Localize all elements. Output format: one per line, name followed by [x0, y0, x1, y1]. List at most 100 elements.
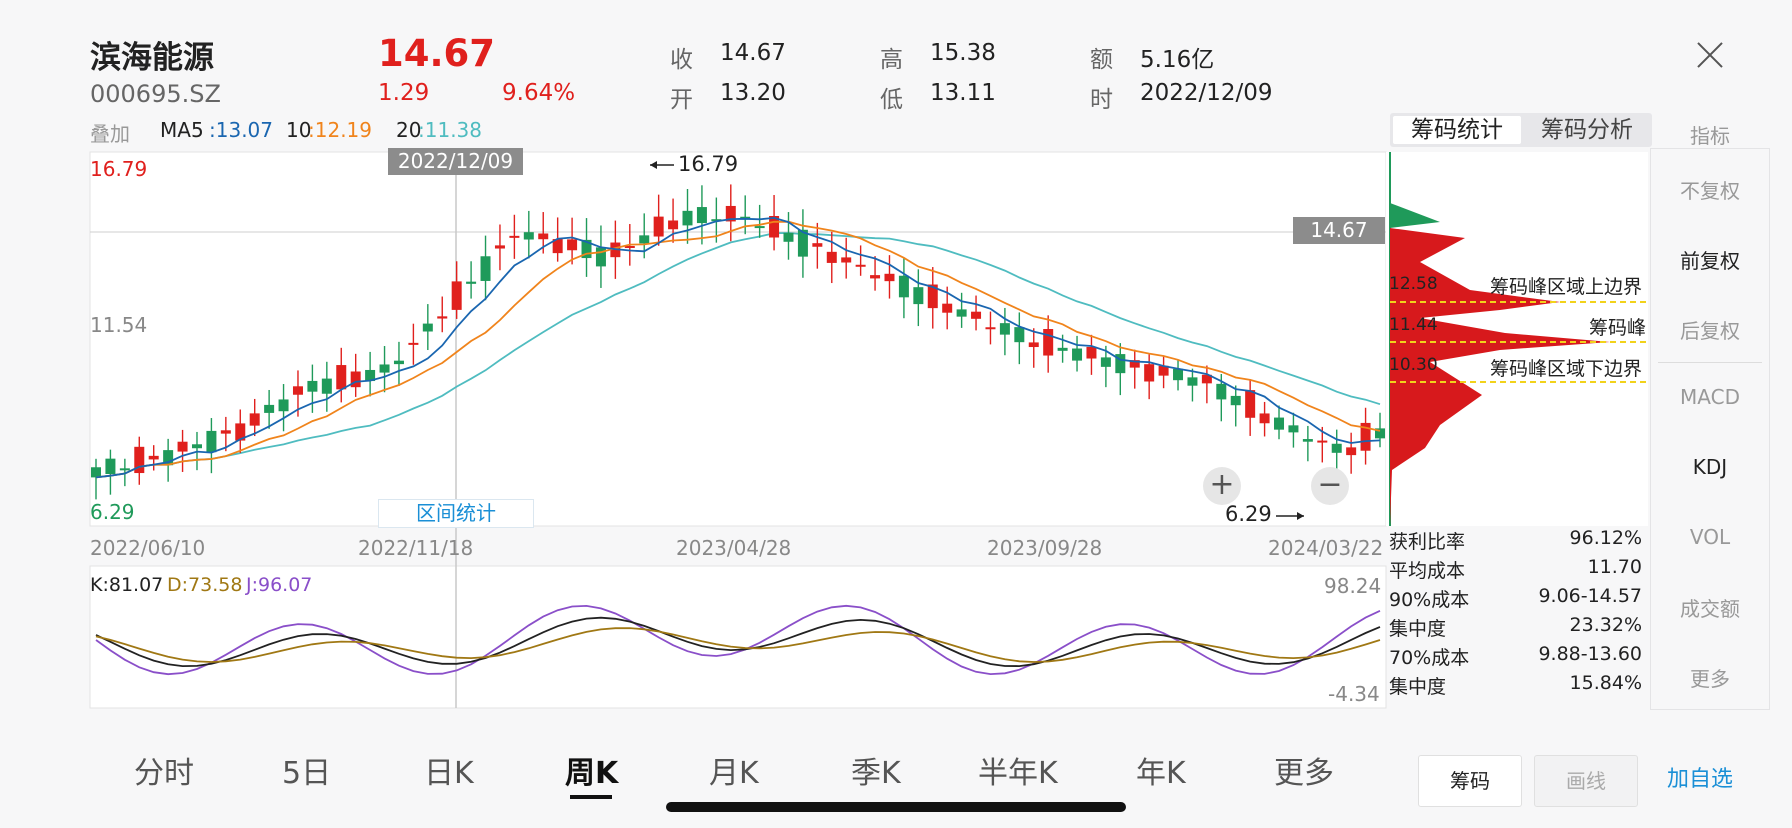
candle-body — [249, 413, 260, 426]
candle-body — [639, 235, 650, 244]
tab-weekly[interactable]: 周K — [565, 748, 618, 792]
tab-yearly[interactable]: 年K — [1136, 748, 1186, 792]
kdj-max: 98.24 — [1324, 574, 1382, 598]
candle-body — [105, 458, 116, 474]
candle-body — [422, 323, 433, 332]
candle-body — [653, 216, 664, 237]
active-tab-underline — [570, 795, 612, 799]
candle-body — [336, 365, 347, 390]
candle-body — [206, 430, 217, 453]
kline-chart[interactable] — [0, 0, 1792, 828]
x-tick-2: 2022/11/18 — [358, 536, 474, 560]
y-axis-mid: 11.54 — [90, 313, 148, 337]
stat-value: 15.84% — [1569, 672, 1642, 694]
low-price-annotation: 6.29 — [1225, 502, 1272, 526]
candle-body — [379, 364, 390, 373]
chip-upper-text: 筹码峰区域上边界 — [1490, 276, 1643, 298]
candle-body — [437, 316, 448, 319]
candle-body — [841, 257, 852, 263]
stat-label: 获利比率 — [1389, 531, 1466, 553]
kdj-j-value: J:96.07 — [246, 574, 313, 596]
candle-body — [1331, 443, 1342, 453]
candle-body — [1100, 357, 1111, 367]
candle-body — [1317, 440, 1328, 443]
crosshair-date-label: 2022/12/09 — [388, 148, 523, 175]
candle-body — [1173, 368, 1184, 381]
chip-peak-value: 11.44 — [1389, 315, 1438, 335]
kdj-k-value: K:81.07 — [90, 574, 164, 596]
tab-daily[interactable]: 日K — [424, 748, 474, 792]
candle-body — [1288, 425, 1299, 433]
tab-intraday[interactable]: 分时 — [134, 748, 194, 792]
candle-body — [408, 342, 419, 345]
home-indicator — [666, 802, 1126, 812]
candle-body — [855, 264, 866, 267]
candle-body — [1014, 327, 1025, 343]
price-panel — [89, 151, 1387, 527]
stat-label: 70%成本 — [1389, 647, 1470, 669]
tab-more[interactable]: 更多 — [1274, 748, 1334, 792]
tab-quarterly[interactable]: 季K — [851, 748, 901, 792]
candle-body — [177, 441, 188, 452]
candle-body — [1302, 439, 1313, 442]
candle-body — [956, 309, 967, 317]
candle-body — [826, 251, 837, 263]
zoom-in-icon[interactable]: + — [1203, 467, 1241, 505]
candle-body — [754, 226, 765, 229]
candle-body — [1028, 342, 1039, 348]
kdj-min: -4.34 — [1328, 682, 1380, 706]
stat-value: 9.88-13.60 — [1538, 643, 1642, 665]
x-tick-1: 2022/06/10 — [90, 536, 206, 560]
zoom-out-icon[interactable]: − — [1311, 467, 1349, 505]
candle-body — [91, 467, 101, 478]
chip-peak-text: 筹码峰 — [1589, 317, 1647, 339]
stat-label: 集中度 — [1389, 618, 1447, 640]
x-tick-3: 2023/04/28 — [676, 536, 792, 560]
candle-body — [668, 220, 679, 230]
candle-body — [1245, 390, 1256, 418]
candle-body — [278, 399, 289, 412]
candle-body — [696, 207, 707, 224]
stat-value: 96.12% — [1569, 527, 1642, 549]
candle-body — [350, 371, 361, 388]
chip-upper-value: 12.58 — [1389, 274, 1438, 294]
candle-body — [1274, 417, 1285, 430]
candle-body — [1187, 377, 1198, 386]
tab-monthly[interactable]: 月K — [709, 748, 759, 792]
tab-half-year[interactable]: 半年K — [978, 748, 1058, 792]
candle-body — [913, 287, 924, 305]
candle-body — [393, 360, 404, 365]
candle-body — [523, 232, 534, 240]
candle-body — [682, 210, 693, 226]
candle-body — [870, 275, 881, 279]
candle-body — [264, 404, 275, 413]
candle-body — [1086, 346, 1097, 359]
candle-body — [884, 273, 895, 282]
add-watchlist-button[interactable]: 加自选 — [1650, 755, 1750, 805]
candle-body — [1144, 364, 1155, 382]
candle-body — [567, 239, 578, 251]
candle-body — [466, 281, 477, 284]
candle-body — [321, 378, 332, 394]
draw-line-button[interactable]: 画线 — [1534, 755, 1638, 807]
range-statistics-button[interactable]: 区间统计 — [378, 499, 534, 528]
chip-lower-value: 10.30 — [1389, 355, 1438, 375]
candle-body — [220, 430, 231, 434]
candle-body — [971, 311, 982, 319]
candle-body — [538, 233, 549, 240]
stat-label: 90%成本 — [1389, 589, 1470, 611]
candle-body — [783, 232, 794, 242]
candle-body — [1259, 413, 1270, 424]
chip-button[interactable]: 筹码 — [1418, 755, 1522, 807]
candle-body — [509, 235, 520, 238]
candle-body — [812, 243, 823, 247]
candle-body — [307, 380, 318, 392]
candle-body — [942, 303, 953, 313]
high-price-annotation: 16.79 — [678, 152, 739, 176]
candle-body — [999, 323, 1010, 335]
chip-lower-text: 筹码峰区域下边界 — [1490, 358, 1643, 380]
x-tick-4: 2023/09/28 — [987, 536, 1103, 560]
candle-body — [148, 455, 159, 460]
tab-5day[interactable]: 5日 — [282, 748, 331, 792]
candle-body — [1346, 447, 1357, 456]
